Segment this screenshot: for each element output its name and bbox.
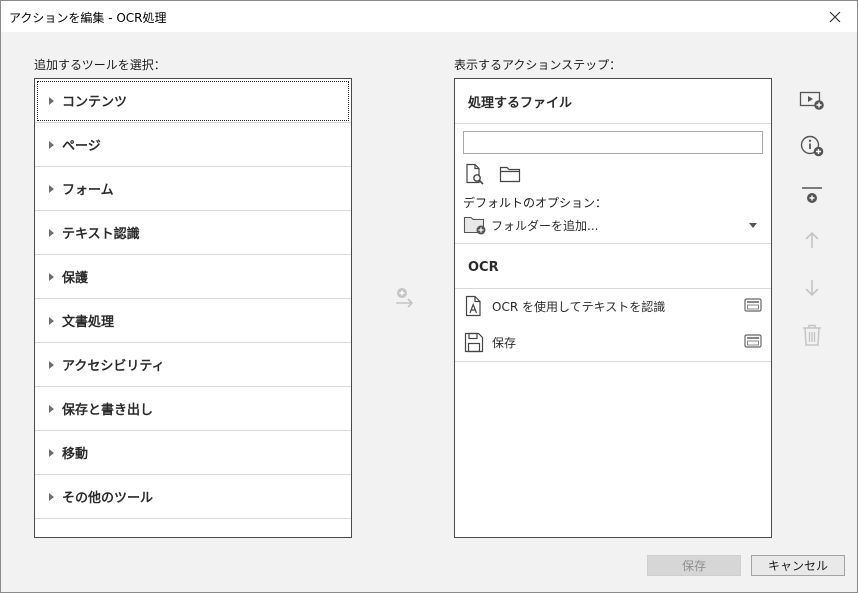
default-options-label: デフォルトのオプション： xyxy=(463,196,608,210)
tool-category-text-recognition[interactable]: テキスト認識 xyxy=(35,211,351,255)
tool-category-label: テキスト認識 xyxy=(62,227,140,242)
folder-add-icon xyxy=(463,216,486,235)
tool-category-label: コンテンツ xyxy=(62,95,128,110)
delete-step-button[interactable] xyxy=(797,320,827,350)
file-input[interactable] xyxy=(463,131,763,154)
divider xyxy=(455,243,771,244)
step-options-button[interactable] xyxy=(744,333,762,352)
tool-category-label: ページ xyxy=(62,139,101,154)
add-instruction-icon xyxy=(800,135,824,157)
close-button[interactable] xyxy=(813,1,857,32)
tool-category-label: 移動 xyxy=(62,447,89,462)
caret-right-icon xyxy=(49,96,54,105)
add-instruction-button[interactable] xyxy=(797,131,827,161)
browse-file-button[interactable] xyxy=(464,163,486,188)
options-icon xyxy=(744,334,762,348)
tool-category-label: フォーム xyxy=(62,183,114,198)
add-media-icon xyxy=(799,91,824,110)
move-up-icon xyxy=(805,231,819,248)
step-ocr-recognize[interactable]: OCR を使用してテキストを認識 xyxy=(455,288,771,324)
caret-right-icon xyxy=(49,492,54,501)
tool-category-navigation[interactable]: 移動 xyxy=(35,431,351,475)
caret-right-icon xyxy=(49,228,54,237)
cancel-button[interactable]: キャンセル xyxy=(751,555,845,576)
step-options-button[interactable] xyxy=(744,297,762,316)
tool-category-save-export[interactable]: 保存と書き出し xyxy=(35,387,351,431)
edit-action-dialog: アクションを編集 - OCR処理 追加するツールを選択： コンテンツ ページ フ… xyxy=(0,0,858,593)
tool-list: コンテンツ ページ フォーム テキスト認識 保護 文書処理 アクセシビリティ 保… xyxy=(34,78,352,538)
close-icon xyxy=(829,11,841,22)
caret-right-icon xyxy=(49,360,54,369)
tool-category-pages[interactable]: ページ xyxy=(35,123,351,167)
files-heading: 処理するファイル xyxy=(455,79,771,124)
save-floppy-icon xyxy=(464,332,484,353)
tool-category-label: その他のツール xyxy=(62,491,154,506)
caret-right-icon xyxy=(49,140,54,149)
step-save[interactable]: 保存 xyxy=(455,324,771,360)
save-button[interactable]: 保存 xyxy=(647,555,741,576)
steps-panel-label: 表示するアクションステップ： xyxy=(454,58,622,72)
caret-right-icon xyxy=(49,272,54,281)
tool-category-label: 保存と書き出し xyxy=(62,403,154,418)
tool-category-document-processing[interactable]: 文書処理 xyxy=(35,299,351,343)
folder-icon xyxy=(499,166,521,183)
add-to-steps-button[interactable] xyxy=(393,287,417,311)
ocr-heading: OCR xyxy=(468,260,499,275)
tool-category-protection[interactable]: 保護 xyxy=(35,255,351,299)
options-icon xyxy=(744,298,762,312)
caret-right-icon xyxy=(49,448,54,457)
add-folder-label: フォルダーを追加... xyxy=(491,218,599,233)
caret-right-icon xyxy=(49,404,54,413)
file-search-icon xyxy=(466,163,484,185)
step-label: OCR を使用してテキストを認識 xyxy=(492,299,666,314)
add-divider-icon xyxy=(802,187,822,203)
tool-category-forms[interactable]: フォーム xyxy=(35,167,351,211)
caret-right-icon xyxy=(49,316,54,325)
move-up-button[interactable] xyxy=(797,225,827,255)
chevron-down-icon xyxy=(749,223,757,228)
move-down-icon xyxy=(805,280,819,297)
divider xyxy=(455,361,771,362)
tool-category-label: 保護 xyxy=(62,271,89,286)
move-down-button[interactable] xyxy=(797,273,827,303)
delete-icon xyxy=(803,324,821,346)
caret-right-icon xyxy=(49,184,54,193)
tool-category-label: 文書処理 xyxy=(62,315,115,330)
add-arrow-icon xyxy=(396,288,414,308)
ocr-document-icon xyxy=(465,295,481,317)
step-label: 保存 xyxy=(492,335,517,350)
window-title: アクションを編集 - OCR処理 xyxy=(9,11,167,25)
file-tools xyxy=(464,163,521,188)
action-steps-panel: 処理するファイル デフォルトのオプション： フォルダーを追加... OCR OC… xyxy=(454,78,772,538)
add-divider-button[interactable] xyxy=(797,181,827,211)
tool-category-content[interactable]: コンテンツ xyxy=(35,79,351,123)
add-media-button[interactable] xyxy=(797,85,827,115)
browse-folder-button[interactable] xyxy=(499,163,521,188)
tool-category-accessibility[interactable]: アクセシビリティ xyxy=(35,343,351,387)
title-bar: アクションを編集 - OCR処理 xyxy=(1,1,857,32)
tool-category-other-tools[interactable]: その他のツール xyxy=(35,475,351,519)
add-folder-dropdown[interactable]: フォルダーを追加... xyxy=(463,213,765,237)
tool-category-label: アクセシビリティ xyxy=(62,359,165,374)
tools-panel-label: 追加するツールを選択： xyxy=(34,58,166,72)
